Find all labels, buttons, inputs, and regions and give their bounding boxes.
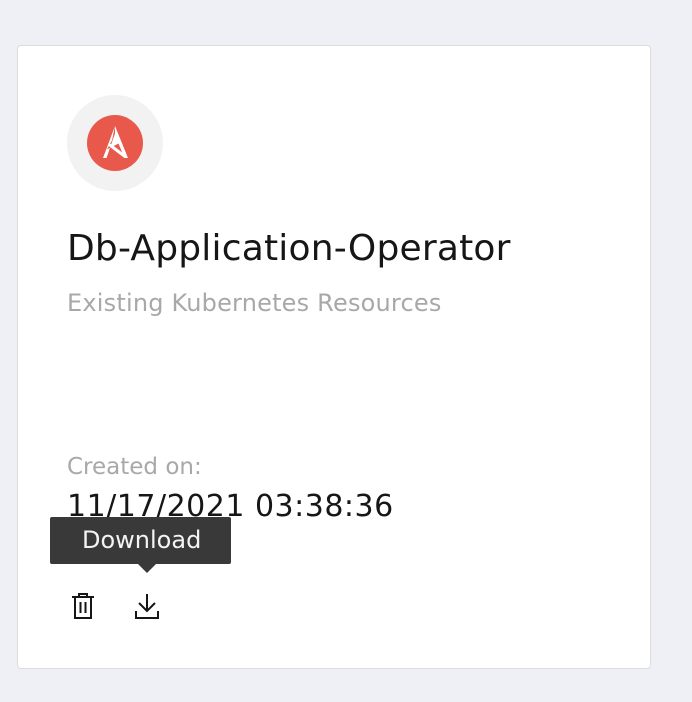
download-icon <box>135 594 159 619</box>
ansible-logo-icon <box>87 115 143 171</box>
tooltip-caret <box>138 564 156 573</box>
download-button[interactable] <box>127 586 167 626</box>
template-card[interactable]: Db-Application-Operator Existing Kuberne… <box>17 45 651 669</box>
card-subtitle: Existing Kubernetes Resources <box>67 289 442 317</box>
download-tooltip: Download <box>50 517 232 564</box>
trash-icon <box>72 593 94 619</box>
card-title: Db-Application-Operator <box>67 228 511 269</box>
created-label: Created on: <box>67 454 202 480</box>
logo-badge <box>67 95 163 191</box>
delete-button[interactable] <box>63 586 103 626</box>
